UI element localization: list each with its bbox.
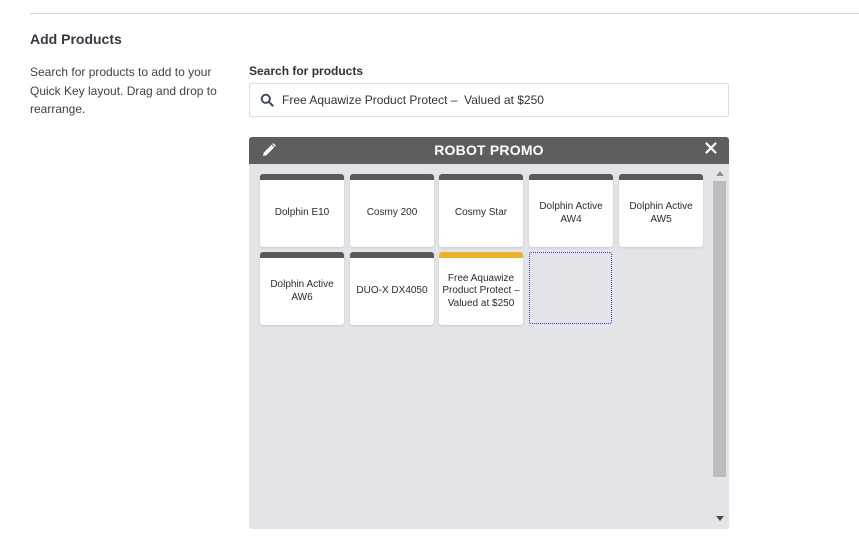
scroll-down-icon[interactable]: [716, 516, 724, 521]
scrollbar[interactable]: [713, 167, 727, 525]
tile-label: Dolphin Active AW6: [270, 279, 334, 303]
search-icon: [260, 93, 274, 107]
empty-tile-slot[interactable]: [529, 252, 612, 324]
quick-key-panel: ROBOT PROMO Dolphin E10 Cosmy 200 Cosmy …: [249, 137, 729, 529]
tile-label: Cosmy 200: [366, 207, 418, 219]
tile-label: DUO-X DX4050: [356, 285, 428, 297]
search-box[interactable]: [249, 83, 729, 117]
product-tile[interactable]: Dolphin Active AW4: [529, 174, 613, 247]
product-tile[interactable]: Dolphin Active AW5: [619, 174, 703, 247]
tile-label: Free Aquawize Product Protect – Valued a…: [442, 272, 520, 309]
search-input[interactable]: [282, 84, 728, 116]
product-tile[interactable]: Free Aquawize Product Protect – Valued a…: [439, 252, 523, 325]
product-tile[interactable]: Cosmy Star: [439, 174, 523, 247]
section-description: Search for products to add to your Quick…: [30, 65, 217, 116]
search-label: Search for products: [249, 64, 364, 78]
scroll-up-icon[interactable]: [716, 171, 724, 176]
product-tile[interactable]: Dolphin Active AW6: [260, 252, 344, 325]
panel-header: ROBOT PROMO: [249, 137, 729, 164]
product-tile[interactable]: Cosmy 200: [350, 174, 434, 247]
tile-label: Dolphin E10: [274, 207, 330, 219]
panel-title: ROBOT PROMO: [434, 142, 544, 158]
product-tile[interactable]: DUO-X DX4050: [350, 252, 434, 325]
close-icon[interactable]: [704, 141, 718, 155]
tile-label: Dolphin Active AW4: [539, 201, 603, 225]
section-title: Add Products: [30, 31, 122, 47]
top-divider: [30, 13, 859, 14]
scroll-thumb[interactable]: [713, 181, 726, 477]
tile-label: Dolphin Active AW5: [629, 201, 693, 225]
tile-label: Cosmy Star: [454, 207, 508, 219]
product-tile[interactable]: Dolphin E10: [260, 174, 344, 247]
